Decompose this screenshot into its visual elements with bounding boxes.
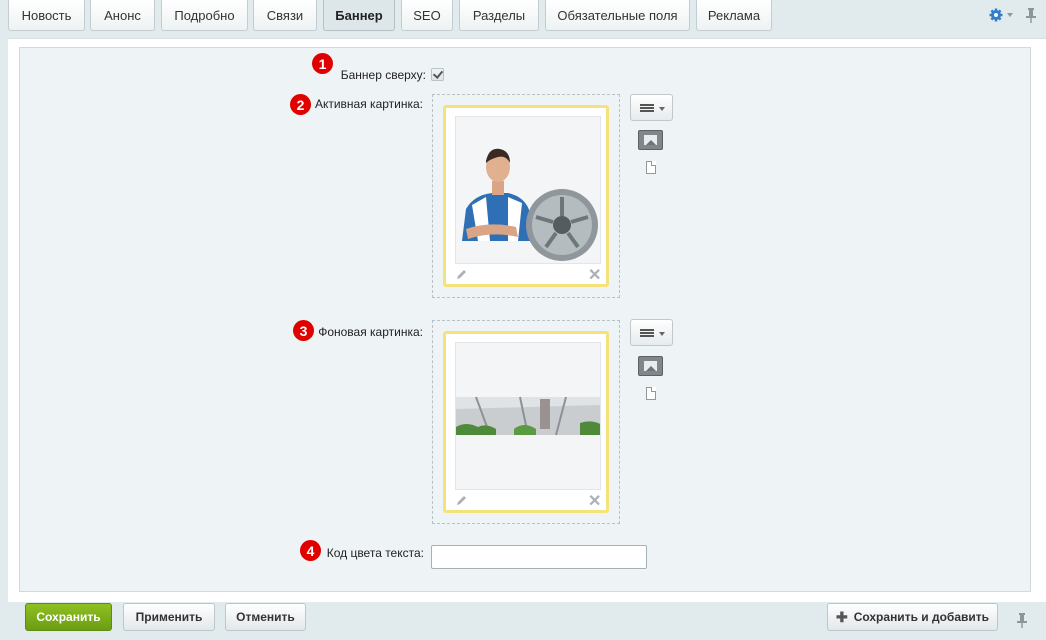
cancel-button[interactable]: Отменить: [225, 603, 306, 631]
tab-links[interactable]: Связи: [253, 0, 317, 31]
active-image-dropzone[interactable]: ✕: [432, 94, 620, 298]
tab-details[interactable]: Подробно: [161, 0, 248, 31]
tab-banner[interactable]: Баннер: [323, 0, 395, 31]
edit-pencil-icon[interactable]: [456, 494, 468, 506]
apply-button[interactable]: Применить: [123, 603, 215, 631]
hamburger-icon: [640, 104, 654, 112]
step-badge-3: 3: [293, 320, 314, 341]
pin-icon[interactable]: [1025, 7, 1037, 23]
text-color-label: Код цвета текста:: [326, 546, 424, 560]
tab-required-fields[interactable]: Обязательные поля: [545, 0, 690, 31]
mechanic-with-wheel-image: [456, 117, 600, 263]
tab-announce[interactable]: Анонс: [90, 0, 155, 31]
active-image-menu-button[interactable]: [630, 94, 673, 121]
file-icon[interactable]: [646, 387, 656, 400]
banner-top-checkbox[interactable]: [431, 68, 444, 81]
file-icon[interactable]: [646, 161, 656, 174]
tab-bar: Новость Анонс Подробно Связи Баннер SEO …: [0, 0, 1046, 38]
background-image-menu-button[interactable]: [630, 319, 673, 346]
delete-icon[interactable]: ✕: [588, 265, 601, 285]
pin-icon[interactable]: [1016, 612, 1028, 628]
plus-icon: ✚: [835, 608, 848, 625]
tab-seo[interactable]: SEO: [401, 0, 453, 31]
gear-icon[interactable]: [989, 8, 1003, 22]
chevron-down-icon[interactable]: [1007, 13, 1013, 17]
tab-advertising[interactable]: Реклама: [696, 0, 772, 31]
text-color-input[interactable]: [431, 545, 647, 569]
tab-news[interactable]: Новость: [8, 0, 85, 31]
step-badge-1: 1: [312, 53, 333, 74]
tab-sections[interactable]: Разделы: [459, 0, 539, 31]
hamburger-icon: [640, 329, 654, 337]
save-and-add-label: Сохранить и добавить: [853, 610, 990, 624]
delete-icon[interactable]: ✕: [588, 491, 601, 511]
save-and-add-button[interactable]: ✚ Сохранить и добавить: [827, 603, 998, 631]
edit-pencil-icon[interactable]: [456, 268, 468, 280]
step-badge-4: 4: [300, 540, 321, 561]
active-image-preview[interactable]: [455, 116, 601, 264]
step-badge-2: 2: [290, 94, 311, 115]
background-image-preview[interactable]: [455, 342, 601, 490]
background-image-label: Фоновая картинка:: [318, 325, 423, 339]
chevron-down-icon: [659, 332, 665, 336]
background-photo-image: [456, 343, 600, 489]
active-image-label: Активная картинка:: [314, 97, 423, 111]
image-upload-icon[interactable]: [638, 130, 663, 150]
background-image-frame: ✕: [443, 331, 609, 513]
image-upload-icon[interactable]: [638, 356, 663, 376]
chevron-down-icon: [659, 107, 665, 111]
background-image-dropzone[interactable]: ✕: [432, 320, 620, 524]
active-image-frame: ✕: [443, 105, 609, 287]
banner-top-label: Баннер сверху:: [340, 68, 426, 82]
save-button[interactable]: Сохранить: [25, 603, 112, 631]
